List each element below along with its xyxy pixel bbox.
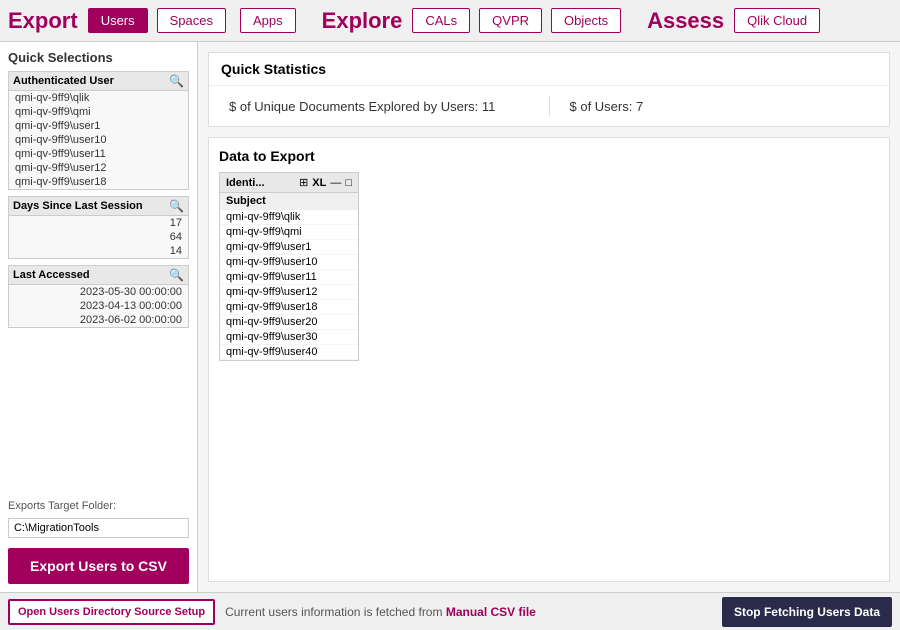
table-row[interactable]: qmi-qv-9ff9\qmi [220,225,358,240]
table-row[interactable]: qmi-qv-9ff9\user30 [220,330,358,345]
authenticated-user-box: Authenticated User 🔍 qmi-qv-9ff9\qlikqmi… [8,71,189,190]
last-accessed-date[interactable]: 2023-05-30 00:00:00 [9,285,188,299]
nav-btn-qlik-cloud[interactable]: Qlik Cloud [734,8,820,33]
days-search-icon[interactable]: 🔍 [169,199,184,213]
square-icon[interactable]: □ [345,177,352,189]
auth-user-item[interactable]: qmi-qv-9ff9\qmi [9,105,188,119]
explore-label: Explore [322,8,403,34]
exports-folder-input[interactable] [8,518,189,538]
auth-user-item[interactable]: qmi-qv-9ff9\user12 [9,161,188,175]
right-panel: Quick Statistics $ of Unique Documents E… [198,42,900,592]
days-since-values: 176414 [9,216,188,258]
exports-target-label: Exports Target Folder: [8,500,189,512]
left-panel: Quick Selections Authenticated User 🔍 qm… [0,42,198,592]
header: Export Users Spaces Apps Explore CALs QV… [0,0,900,42]
auth-user-item[interactable]: qmi-qv-9ff9\user10 [9,133,188,147]
assess-label: Assess [647,8,724,34]
last-accessed-dates: 2023-05-30 00:00:002023-04-13 00:00:0020… [9,285,188,327]
table-row[interactable]: qmi-qv-9ff9\user20 [220,315,358,330]
quick-stats-box: Quick Statistics $ of Unique Documents E… [208,52,890,127]
nav-btn-apps[interactable]: Apps [240,8,296,33]
table-row[interactable]: qmi-qv-9ff9\user10 [220,255,358,270]
nav-btn-objects[interactable]: Objects [551,8,621,33]
nav-btn-users[interactable]: Users [88,8,148,33]
stat-users: $ of Users: 7 [570,99,870,114]
last-accessed-header: Last Accessed 🔍 [9,266,188,285]
table-row[interactable]: qmi-qv-9ff9\qlik [220,210,358,225]
table-header-row: Identi... ⊞ XL — □ [220,173,358,193]
days-since-label: Days Since Last Session [13,200,143,212]
days-value[interactable]: 14 [9,244,188,258]
last-accessed-date[interactable]: 2023-04-13 00:00:00 [9,299,188,313]
xl-icon[interactable]: XL [312,177,326,189]
nav-btn-qvpr[interactable]: QVPR [479,8,542,33]
open-users-btn[interactable]: Open Users Directory Source Setup [8,599,215,625]
auth-user-item[interactable]: qmi-qv-9ff9\user18 [9,175,188,189]
stat-divider [549,96,550,116]
copy-icon[interactable]: ⊞ [299,176,308,189]
footer-info-prefix: Current users information is fetched fro… [225,605,446,619]
last-accessed-search-icon[interactable]: 🔍 [169,268,184,282]
last-accessed-box: Last Accessed 🔍 2023-05-30 00:00:002023-… [8,265,189,328]
export-label: Export [8,8,78,34]
auth-user-item[interactable]: qmi-qv-9ff9\qlik [9,91,188,105]
days-since-header: Days Since Last Session 🔍 [9,197,188,216]
authenticated-user-header: Authenticated User 🔍 [9,72,188,91]
quick-stats-content: $ of Unique Documents Explored by Users:… [209,86,889,126]
auth-user-item[interactable]: qmi-qv-9ff9\user1 [9,119,188,133]
auth-user-search-icon[interactable]: 🔍 [169,74,184,88]
table-row[interactable]: qmi-qv-9ff9\user18 [220,300,358,315]
table-col-label: Identi... [226,177,295,189]
auth-user-items: qmi-qv-9ff9\qlikqmi-qv-9ff9\qmiqmi-qv-9f… [9,91,188,189]
footer-info: Current users information is fetched fro… [225,605,712,619]
stat-unique-docs: $ of Unique Documents Explored by Users:… [229,99,529,114]
table-row[interactable]: qmi-qv-9ff9\user1 [220,240,358,255]
days-value[interactable]: 17 [9,216,188,230]
export-users-btn[interactable]: Export Users to CSV [8,548,189,584]
days-value[interactable]: 64 [9,230,188,244]
table-sub-header: Subject [220,193,358,210]
table-rows: qmi-qv-9ff9\qlikqmi-qv-9ff9\qmiqmi-qv-9f… [220,210,358,360]
dash-icon[interactable]: — [330,177,341,189]
table-row[interactable]: qmi-qv-9ff9\user11 [220,270,358,285]
table-row[interactable]: qmi-qv-9ff9\user12 [220,285,358,300]
quick-stats-title: Quick Statistics [209,53,889,86]
nav-btn-spaces[interactable]: Spaces [157,8,226,33]
table-row[interactable]: qmi-qv-9ff9\user40 [220,345,358,360]
footer-info-link[interactable]: Manual CSV file [446,605,536,619]
authenticated-user-label: Authenticated User [13,75,114,87]
data-export-box: Data to Export Identi... ⊞ XL — □ Subjec… [208,137,890,582]
days-since-box: Days Since Last Session 🔍 176414 [8,196,189,259]
stop-fetching-btn[interactable]: Stop Fetching Users Data [722,597,892,627]
data-export-title: Data to Export [219,148,879,164]
nav-btn-cals[interactable]: CALs [412,8,470,33]
footer: Open Users Directory Source Setup Curren… [0,592,900,630]
last-accessed-label: Last Accessed [13,269,90,281]
quick-selections-title: Quick Selections [8,50,189,65]
main-layout: Quick Selections Authenticated User 🔍 qm… [0,42,900,592]
table-container: Identi... ⊞ XL — □ Subject qmi-qv-9ff9\q… [219,172,359,361]
auth-user-item[interactable]: qmi-qv-9ff9\user11 [9,147,188,161]
last-accessed-date[interactable]: 2023-06-02 00:00:00 [9,313,188,327]
